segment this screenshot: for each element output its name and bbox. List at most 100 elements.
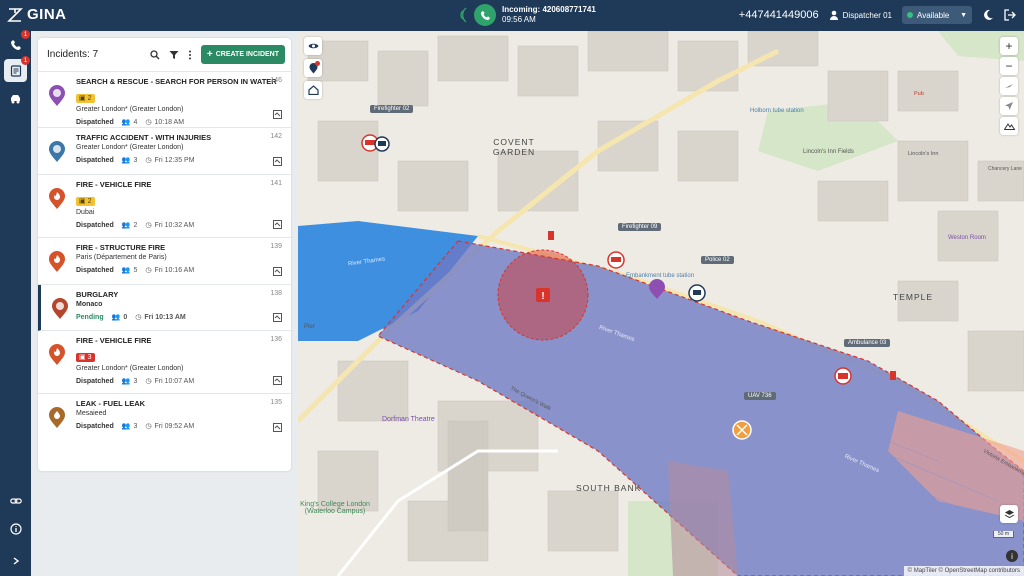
clock-icon: ◷	[145, 423, 152, 430]
dispatcher-phone: +447441449006	[738, 9, 819, 21]
layers-icon	[1004, 509, 1014, 518]
report-icon[interactable]	[273, 376, 282, 385]
incident-status: Dispatched	[76, 266, 114, 274]
incident-item[interactable]: TRAFFIC ACCIDENT - WITH INJURIES 142 Gre…	[38, 128, 291, 175]
user-icon	[829, 10, 838, 20]
report-icon[interactable]	[273, 313, 282, 322]
incidents-list-icon	[10, 64, 21, 77]
incident-item[interactable]: FIRE - VEHICLE FIRE 141 ▣ 2 Dubai Dispatc…	[38, 175, 291, 238]
compass-icon	[1005, 84, 1013, 88]
logout-icon[interactable]	[1004, 9, 1016, 21]
map-label: Lincoln's Inn	[908, 151, 939, 157]
incident-title: LEAK - FUEL LEAK	[76, 399, 146, 408]
phone-icon	[480, 10, 490, 20]
priority-icon: ▣	[79, 354, 86, 361]
map-view[interactable]: ! + − i Firefighter 02 Firefighter 09 Po…	[298, 31, 1024, 576]
terrain-button[interactable]	[1000, 117, 1018, 135]
incident-number: 139	[270, 243, 282, 250]
incident-status: Dispatched	[76, 118, 114, 126]
traffic-accident-pin-icon	[49, 141, 65, 162]
map-label: Chancery Lane	[988, 166, 1022, 172]
incident-location: Mesaieed	[76, 410, 107, 417]
incident-item-selected[interactable]: BURGLARY 138 Monaco Pending 👥 0 ◷ Fri 10:13 …	[38, 285, 291, 331]
link-icon	[9, 497, 22, 504]
police-car-marker[interactable]	[374, 136, 390, 152]
alert-icon: !	[541, 291, 544, 302]
priority-badge: ▣ 2	[76, 93, 95, 103]
report-icon[interactable]	[273, 423, 282, 432]
app-name: GINA	[27, 6, 67, 23]
answer-call-button[interactable]	[474, 4, 496, 26]
ambulance-03-marker[interactable]	[834, 367, 852, 385]
clock-icon: ◷	[145, 222, 152, 229]
filter-icon[interactable]	[169, 50, 179, 60]
create-incident-button[interactable]: + CREATE INCIDENT	[200, 45, 285, 64]
report-icon[interactable]	[273, 267, 282, 276]
sidebar-item-calls[interactable]: 1	[4, 30, 30, 56]
home-icon	[307, 85, 319, 95]
dark-mode-icon[interactable]	[982, 9, 994, 21]
zoom-in-button[interactable]: +	[1000, 37, 1018, 55]
map-layers-button[interactable]	[1000, 505, 1018, 523]
incident-number: 142	[270, 133, 282, 140]
incident-location: Dubai	[76, 209, 95, 216]
visibility-button[interactable]	[304, 37, 322, 55]
police-02-marker[interactable]	[688, 284, 706, 302]
units-icon: 👥	[121, 222, 131, 229]
dispatcher-account[interactable]: Dispatcher 01	[829, 10, 892, 20]
report-icon[interactable]	[273, 157, 282, 166]
sidebar-item-links[interactable]	[4, 489, 27, 512]
map-label: Dorfman Theatre	[382, 416, 435, 423]
firefighter-09-marker[interactable]	[607, 251, 625, 269]
sidebar-expand-button[interactable]	[4, 549, 27, 572]
status-dot	[907, 12, 913, 18]
incident-status: Pending	[76, 313, 104, 321]
priority-icon: ▣	[79, 198, 86, 205]
notification-dot	[315, 61, 320, 66]
hydrant-icon	[548, 231, 554, 240]
clock-icon: ◷	[145, 119, 152, 126]
map-attribution[interactable]: © MapTiler © OpenStreetMap contributors	[903, 566, 1024, 576]
location-button[interactable]	[304, 59, 322, 77]
highlighted-building	[668, 461, 738, 576]
incident-title: SEARCH & RESCUE - SEARCH FOR PERSON IN W…	[76, 77, 277, 86]
sidebar-item-info[interactable]	[4, 517, 27, 540]
incoming-call[interactable]: Incoming: 420608771741 09:56 AM	[458, 4, 596, 26]
incident-title: FIRE - VEHICLE FIRE	[76, 180, 152, 189]
sidebar-item-incidents[interactable]: 1	[4, 56, 30, 82]
incident-item[interactable]: LEAK - FUEL LEAK 135 Mesaieed Dispatched…	[38, 394, 291, 440]
incident-time: Fri 10:07 AM	[154, 377, 195, 385]
more-options-icon[interactable]	[188, 50, 192, 60]
uav-736-marker[interactable]	[732, 420, 752, 440]
incident-location: Greater London* (Greater London)	[76, 144, 184, 151]
app-logo: GINA	[7, 6, 67, 23]
incident-list-area: Incidents: 7 + CREATE INCIDENT SEARCH & R…	[31, 31, 298, 576]
zoom-out-button[interactable]: −	[1000, 57, 1018, 75]
incident-units: 3	[133, 422, 138, 430]
unit-label: UAV 736	[744, 392, 776, 400]
status-select[interactable]: Available ▼	[902, 6, 972, 24]
incident-number: 138	[270, 290, 282, 297]
incident-location: Greater London* (Greater London)	[76, 106, 184, 113]
fire-pin-icon	[49, 188, 65, 209]
units-icon: 👥	[111, 314, 121, 321]
search-icon[interactable]	[150, 49, 160, 60]
report-icon[interactable]	[273, 110, 282, 119]
map-info-icon[interactable]: i	[1006, 550, 1018, 562]
clock-icon: ◷	[145, 267, 152, 274]
incident-item[interactable]: SEARCH & RESCUE - SEARCH FOR PERSON IN W…	[38, 72, 291, 128]
incident-item[interactable]: FIRE - STRUCTURE FIRE 139 Paris (Départe…	[38, 238, 291, 285]
incident-item[interactable]: FIRE - VEHICLE FIRE 136 ▣ 3 Greater Londo…	[38, 331, 291, 394]
incidents-title: Incidents: 7	[47, 49, 99, 60]
incoming-number: Incoming: 420608771741	[502, 5, 596, 14]
incident-units: 4	[133, 118, 138, 126]
layers-home-button[interactable]	[304, 81, 322, 99]
phone-icon	[10, 39, 21, 50]
sidebar-item-vehicles[interactable]	[4, 87, 27, 110]
navigate-button[interactable]	[1000, 97, 1018, 115]
map-label: Weston Room	[948, 235, 986, 241]
rotate-button[interactable]	[1000, 77, 1018, 95]
incident-status: Dispatched	[76, 221, 114, 229]
report-icon[interactable]	[273, 220, 282, 229]
map-label: Embankment tube station	[626, 273, 695, 279]
